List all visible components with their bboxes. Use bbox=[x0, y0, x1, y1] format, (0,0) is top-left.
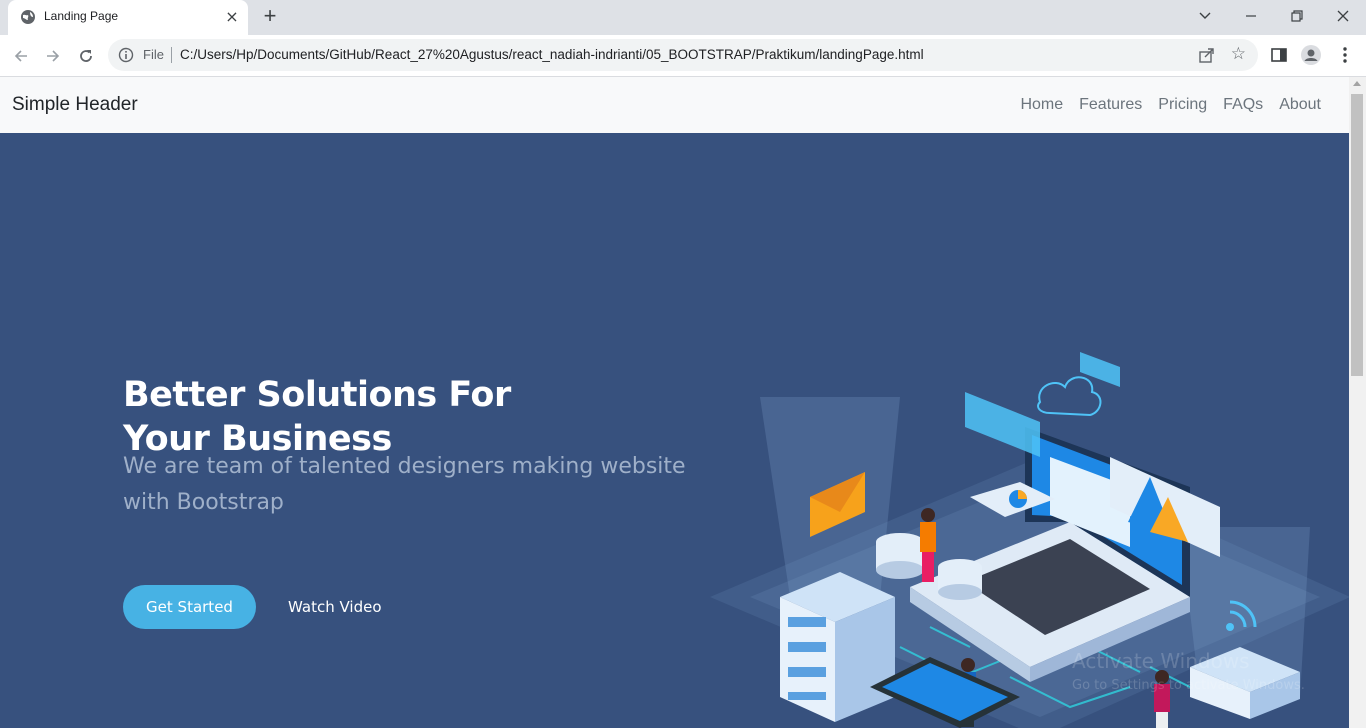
close-tab-icon[interactable]: × bbox=[222, 7, 242, 27]
tab-title: Landing Page bbox=[44, 9, 119, 23]
url-text[interactable]: C:/Users/Hp/Documents/GitHub/React_27%20… bbox=[180, 47, 924, 62]
browser-toolbar: File C:/Users/Hp/Documents/GitHub/React_… bbox=[0, 35, 1366, 77]
address-bar[interactable]: File C:/Users/Hp/Documents/GitHub/React_… bbox=[108, 39, 1258, 71]
hero-illustration bbox=[710, 352, 1349, 728]
tab-strip: Landing Page × + bbox=[0, 0, 1366, 35]
get-started-button[interactable]: Get Started bbox=[123, 585, 256, 629]
side-panel-icon[interactable] bbox=[1268, 44, 1290, 66]
restore-icon[interactable] bbox=[1274, 0, 1320, 35]
page-viewport: Simple Header Home Features Pricing FAQs… bbox=[0, 77, 1349, 728]
server-illustration bbox=[780, 572, 895, 722]
main-nav: Home Features Pricing FAQs About bbox=[1012, 96, 1329, 114]
globe-icon bbox=[21, 10, 35, 24]
forward-icon[interactable] bbox=[40, 43, 66, 69]
activation-watermark-subtitle: Go to Settings to activate Windows. bbox=[1072, 678, 1305, 693]
url-separator bbox=[171, 47, 172, 63]
minimize-icon[interactable] bbox=[1228, 0, 1274, 35]
hero-section: Better Solutions For Your Business We ar… bbox=[0, 133, 1349, 728]
nav-features[interactable]: Features bbox=[1071, 96, 1150, 114]
share-icon[interactable] bbox=[1198, 46, 1216, 64]
back-icon[interactable] bbox=[8, 43, 34, 69]
tab-landing-page[interactable]: Landing Page × bbox=[8, 0, 248, 35]
close-window-icon[interactable] bbox=[1320, 0, 1366, 35]
new-tab-button[interactable]: + bbox=[258, 5, 282, 29]
menu-kebab-icon[interactable] bbox=[1334, 44, 1356, 66]
scrollbar-thumb[interactable] bbox=[1351, 94, 1363, 376]
brand-title[interactable]: Simple Header bbox=[12, 94, 138, 116]
hero-title: Better Solutions For Your Business bbox=[123, 375, 511, 459]
info-icon[interactable] bbox=[118, 47, 134, 63]
url-scheme-label: File bbox=[143, 47, 164, 62]
nav-pricing[interactable]: Pricing bbox=[1150, 96, 1215, 114]
reload-icon[interactable] bbox=[73, 43, 99, 69]
scroll-up-icon[interactable] bbox=[1353, 81, 1361, 86]
bookmark-star-icon[interactable]: ☆ bbox=[1231, 44, 1246, 64]
nav-home[interactable]: Home bbox=[1012, 96, 1071, 114]
site-header: Simple Header Home Features Pricing FAQs… bbox=[0, 77, 1349, 133]
page-scrollbar[interactable] bbox=[1349, 77, 1366, 728]
hero-subtitle: We are team of talented designers making… bbox=[123, 454, 686, 515]
activation-watermark-title: Activate Windows bbox=[1072, 649, 1250, 673]
watch-video-button[interactable]: Watch Video bbox=[288, 598, 382, 616]
nav-faqs[interactable]: FAQs bbox=[1215, 96, 1271, 114]
profile-avatar-icon[interactable] bbox=[1300, 44, 1322, 66]
tab-search-icon[interactable] bbox=[1182, 0, 1228, 35]
nav-about[interactable]: About bbox=[1271, 96, 1329, 114]
